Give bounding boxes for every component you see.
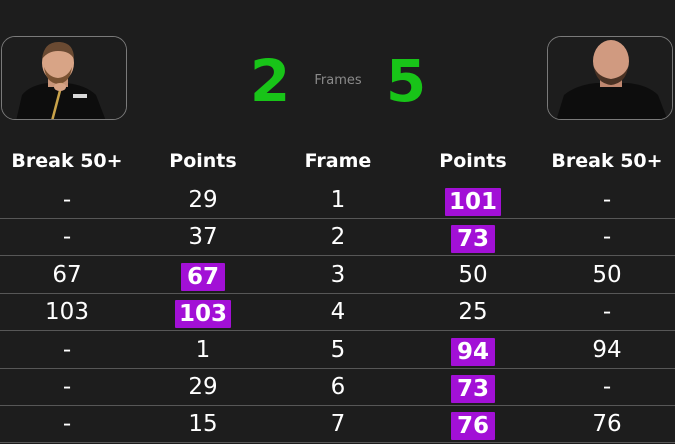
cell-left-break: 67: [52, 261, 82, 288]
header-right-points: Points: [439, 150, 507, 172]
cell-left-points: 29: [188, 374, 218, 400]
cell-frame: 1: [330, 187, 346, 213]
cell-right-break: -: [602, 187, 612, 213]
cell-left-points: 15: [188, 411, 218, 438]
cell-frame: 2: [330, 224, 346, 251]
frames-label: Frames: [314, 73, 362, 88]
header-left-points: Points: [169, 150, 237, 172]
cell-right-points: 25: [458, 299, 488, 326]
cell-left-points: 67: [138, 257, 268, 293]
cell-left-break: -: [62, 336, 72, 363]
cell-right-points: 94: [408, 332, 538, 368]
cell-right-points: 76: [408, 406, 538, 442]
cell-right-points: 73: [408, 219, 538, 255]
cell-frame: 3: [330, 261, 346, 288]
cell-right-break: 94: [592, 336, 622, 363]
table-row: - 37 2 73 -: [0, 219, 675, 257]
right-player-photo: [547, 36, 673, 120]
cell-frame: 4: [330, 299, 346, 326]
table-row: 103 103 4 25 -: [0, 294, 675, 332]
cell-left-break: -: [62, 187, 72, 213]
table-row: - 15 7 76 76: [0, 406, 675, 444]
table-row: - 1 5 94 94: [0, 332, 675, 369]
cell-left-break: -: [62, 224, 72, 251]
cell-frame: 7: [330, 411, 346, 438]
cell-right-break: 76: [592, 411, 622, 438]
cell-right-break: -: [602, 299, 612, 326]
header-right-break: Break 50+: [551, 150, 663, 172]
left-player-photo: [1, 36, 127, 120]
cell-left-points: 29: [188, 187, 218, 213]
header-left-break: Break 50+: [11, 150, 123, 172]
table-row: - 29 1 101 -: [0, 182, 675, 219]
right-frames-score: 5: [385, 47, 427, 115]
cell-right-points: 101: [408, 182, 538, 218]
cell-left-points: 1: [195, 336, 211, 363]
header-frame: Frame: [304, 150, 372, 172]
cell-right-break: 50: [592, 261, 622, 288]
table-row: 67 67 3 50 50: [0, 257, 675, 294]
cell-right-points: 73: [408, 369, 538, 405]
left-frames-score: 2: [249, 47, 291, 115]
cell-left-points: 37: [188, 224, 218, 251]
cell-right-break: -: [602, 374, 612, 400]
cell-left-points: 103: [138, 294, 268, 330]
cell-left-break: 103: [45, 299, 89, 326]
cell-right-break: -: [602, 224, 612, 251]
cell-left-break: -: [62, 374, 72, 400]
table-row: - 29 6 73 -: [0, 369, 675, 406]
cell-frame: 6: [330, 374, 346, 400]
cell-frame: 5: [330, 336, 346, 363]
cell-left-break: -: [62, 411, 72, 438]
cell-right-points: 50: [458, 261, 488, 288]
